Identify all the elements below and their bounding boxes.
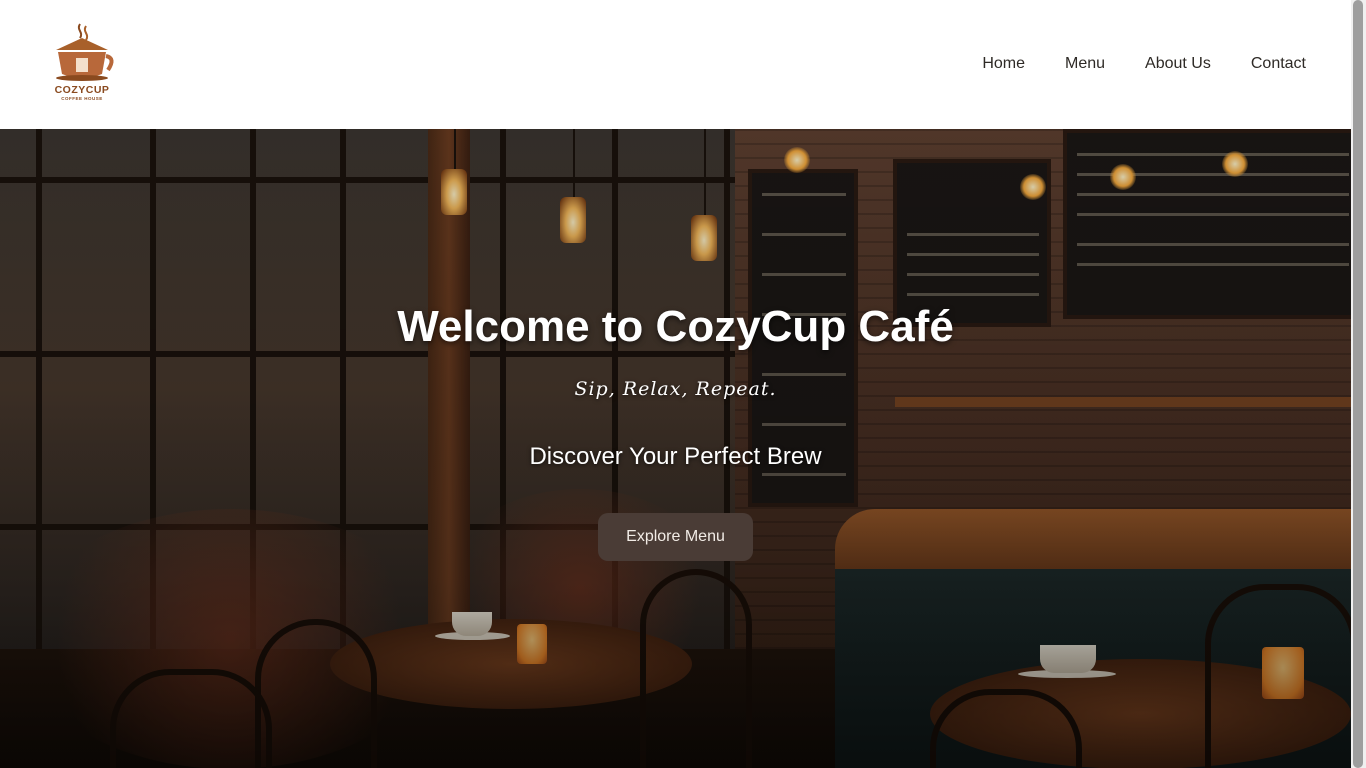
nav-link-about-us[interactable]: About Us	[1145, 53, 1211, 75]
coffee-cup-house-logo-icon	[56, 23, 114, 81]
brand-name: COZYCUP	[54, 84, 110, 96]
scrollbar-thumb[interactable]	[1353, 0, 1363, 768]
hero-tagline: Sip, Relax, Repeat.	[574, 378, 777, 400]
nav-link-contact[interactable]: Contact	[1251, 53, 1306, 75]
hero-title: Welcome to CozyCup Café	[397, 302, 954, 351]
brand-logo[interactable]: COZYCUP COFFEE HOUSE	[48, 22, 116, 106]
brand-subtitle: COFFEE HOUSE	[61, 96, 103, 101]
site-header: COZYCUP COFFEE HOUSE Home Menu About Us …	[0, 0, 1351, 129]
hero-section: Welcome to CozyCup Café Sip, Relax, Repe…	[0, 129, 1351, 768]
page: COZYCUP COFFEE HOUSE Home Menu About Us …	[0, 0, 1351, 768]
explore-menu-button[interactable]: Explore Menu	[598, 513, 753, 561]
hero-subtitle: Discover Your Perfect Brew	[529, 443, 822, 470]
nav-link-menu[interactable]: Menu	[1065, 53, 1105, 75]
nav-link-home[interactable]: Home	[982, 53, 1025, 75]
main-nav: Home Menu About Us Contact	[942, 53, 1306, 75]
